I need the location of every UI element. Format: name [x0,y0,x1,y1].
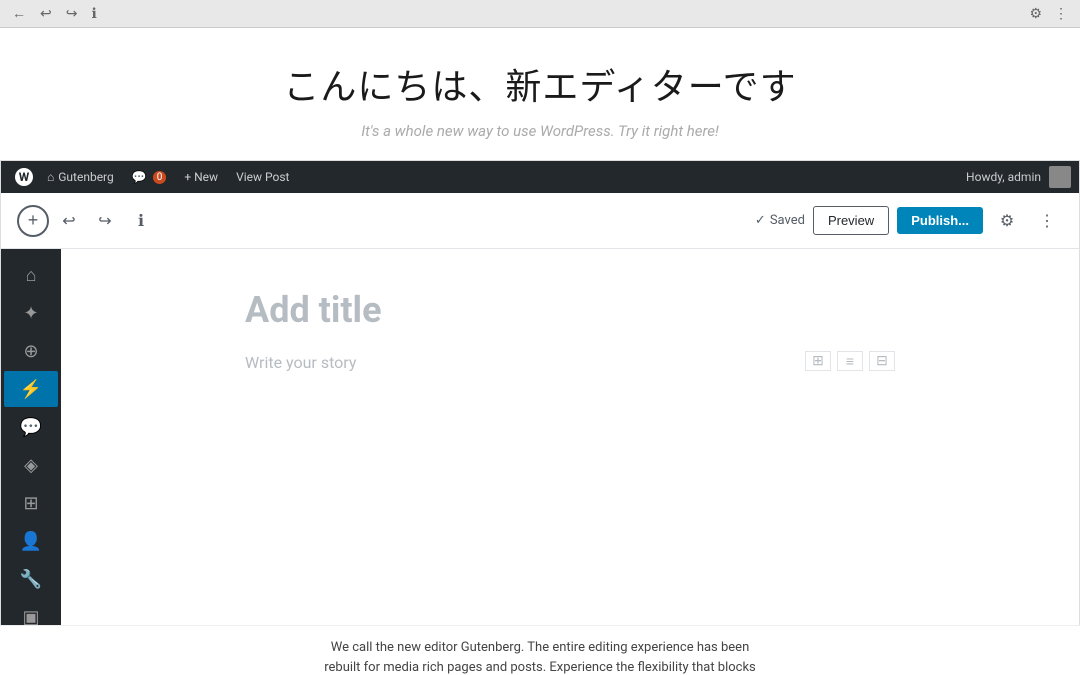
sidebar-item-users[interactable]: 👤 [4,523,58,559]
editor-content-area[interactable]: Add title Write your story ⊞ ≡ ⊟ ↓ [61,249,1079,675]
wp-admin-bar-items: ⌂ Gutenberg 💬 0 + New View Post [39,161,966,193]
user-avatar[interactable] [1049,166,1071,188]
post-title-input[interactable]: Add title [245,289,895,331]
bottom-text: We call the new editor Gutenberg. The en… [20,638,1060,675]
editor-main: ⌂ ✦ ⊕ ⚡ 💬 ◈ ⊞ 👤 🔧 ▣ ✏ ⊕ Add title Write … [1,249,1079,675]
sidebar-item-dashboard[interactable]: ⌂ [4,257,58,293]
wp-admin-bar: W ⌂ Gutenberg 💬 0 + New View Post [1,161,1079,193]
image-block-icon[interactable]: ⊞ [805,351,831,371]
list-block-icon[interactable]: ≡ [837,351,863,371]
sidebar-item-plugins[interactable]: ⊞ [4,485,58,521]
editor-settings-button[interactable]: ⚙ [991,205,1023,237]
bottom-text-line1: We call the new editor Gutenberg. The en… [331,640,750,655]
gutenberg-editor-toolbar: + ↩ ↪ ℹ ✓ Saved Preview Publish... ⚙ ⋮ [1,193,1079,249]
comments-icon: 💬 [132,170,147,184]
sidebar-item-appearance[interactable]: ◈ [4,447,58,483]
browser-redo-icon[interactable]: ↪ [66,6,78,22]
add-block-button[interactable]: + [17,205,49,237]
browser-right-controls: ⚙ ⋮ [1029,6,1068,22]
browser-chrome: ← ↩ ↪ ℹ ⚙ ⋮ [0,0,1080,28]
editor-more-button[interactable]: ⋮ [1031,205,1063,237]
hero-title: こんにちは、新エディターです [0,58,1080,110]
columns-block-icon[interactable]: ⊟ [869,351,895,371]
wp-logo[interactable]: W [9,161,39,193]
wp-editor-wrapper: W ⌂ Gutenberg 💬 0 + New View Post [0,160,1080,675]
admin-bar-site[interactable]: ⌂ Gutenberg [39,161,122,193]
wp-admin-sidebar: ⌂ ✦ ⊕ ⚡ 💬 ◈ ⊞ 👤 🔧 ▣ ✏ ⊕ [1,249,61,675]
admin-bar-view-post[interactable]: View Post [228,161,297,193]
editor-info-button[interactable]: ℹ [125,205,157,237]
browser-back-icon[interactable]: ← [12,5,26,22]
sidebar-item-comments[interactable]: 💬 [4,409,58,445]
editor-block-icons: ⊞ ≡ ⊟ [805,351,895,371]
saved-label: Saved [770,213,805,228]
sidebar-item-customizer[interactable]: ✦ [4,295,58,331]
sidebar-item-tools[interactable]: 🔧 [4,561,58,597]
redo-button[interactable]: ↪ [89,205,121,237]
editor-body-placeholder[interactable]: Write your story [245,351,789,372]
toolbar-left: + ↩ ↪ ℹ [17,205,747,237]
sidebar-item-gutenberg[interactable]: ⚡ [4,371,58,407]
hero-subtitle: It's a whole new way to use WordPress. T… [0,122,1080,140]
undo-button[interactable]: ↩ [53,205,85,237]
check-icon: ✓ [755,213,766,228]
browser-info-icon[interactable]: ℹ [91,6,96,22]
browser-undo-icon[interactable]: ↩ [40,6,52,22]
browser-menu-icon[interactable]: ⋮ [1054,6,1068,22]
bottom-text-line2: rebuilt for media rich pages and posts. … [324,660,756,675]
editor-inner: Add title Write your story ⊞ ≡ ⊟ [245,289,895,372]
publish-button[interactable]: Publish... [897,207,983,234]
browser-nav-icons: ← ↩ ↪ ℹ [12,5,1019,22]
comments-count: 0 [153,171,167,184]
hero-section: こんにちは、新エディターです It's a whole new way to u… [0,28,1080,160]
wp-logo-icon: W [15,168,33,186]
view-post-label: View Post [236,170,289,184]
bottom-text-section: We call the new editor Gutenberg. The en… [0,625,1080,675]
toolbar-right: ✓ Saved Preview Publish... ⚙ ⋮ [755,205,1063,237]
admin-bar-comments[interactable]: 💬 0 [124,161,175,193]
browser-settings-icon[interactable]: ⚙ [1029,6,1042,22]
home-icon: ⌂ [47,170,54,184]
admin-bar-new[interactable]: + New [176,161,226,193]
site-name: Gutenberg [58,170,114,184]
page-background: こんにちは、新エディターです It's a whole new way to u… [0,28,1080,675]
preview-button[interactable]: Preview [813,206,889,235]
howdy-text: Howdy, admin [966,170,1041,184]
new-label: + New [184,170,218,184]
wp-admin-bar-right: Howdy, admin [966,166,1071,188]
editor-body-row: Write your story ⊞ ≡ ⊟ [245,351,895,372]
sidebar-item-plus[interactable]: ⊕ [4,333,58,369]
saved-status: ✓ Saved [755,213,805,228]
